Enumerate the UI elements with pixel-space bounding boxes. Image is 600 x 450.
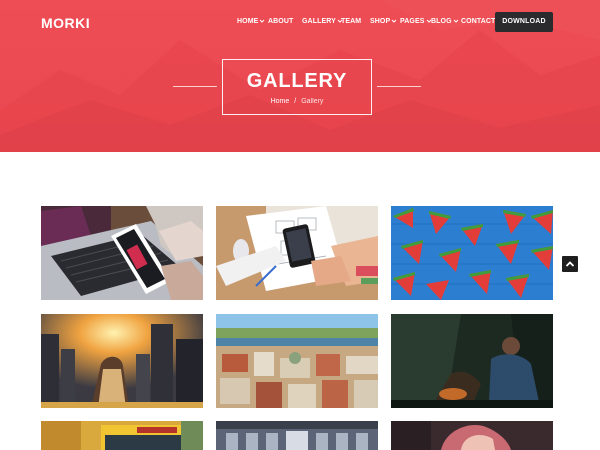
title-decor-line-left	[173, 86, 217, 87]
nav-item-label: TEAM	[341, 18, 362, 25]
gallery-item-city-skyline[interactable]	[41, 314, 203, 408]
nav-item-label: HOME	[237, 18, 259, 25]
chevron-down-icon	[260, 19, 265, 23]
portrait-photo	[391, 421, 553, 450]
nav-item-label: ABOUT	[268, 18, 294, 25]
chevron-down-icon	[391, 19, 397, 23]
nav-item-gallery[interactable]: GALLERY	[302, 17, 343, 27]
breadcrumb: Home / Gallery	[223, 98, 371, 105]
gallery-item-desk-sketch[interactable]	[216, 206, 378, 300]
nav-item-label: BLOG	[431, 18, 452, 25]
back-to-top-button[interactable]	[562, 256, 578, 272]
page-title: GALLERY	[246, 70, 348, 92]
page-title-box: GALLERY Home / Gallery	[222, 59, 372, 115]
laptop-phone-photo	[41, 206, 203, 300]
gallery-item-laptop-phone[interactable]	[41, 206, 203, 300]
gallery-item-building-interior[interactable]	[216, 421, 378, 450]
nav-item-about[interactable]: ABOUT	[268, 17, 293, 27]
breadcrumb-separator: /	[294, 98, 297, 105]
gallery-item-street-bus[interactable]	[41, 421, 203, 450]
forest-campfire-photo	[391, 314, 553, 408]
watermelon-photo	[391, 206, 553, 300]
nav-item-shop[interactable]: SHOP	[370, 17, 397, 27]
nav-item-label: GALLERY	[302, 18, 336, 25]
city-skyline-photo	[41, 314, 203, 408]
download-button[interactable]: DOWNLOAD	[495, 12, 553, 32]
nav-item-blog[interactable]: BLOG	[431, 17, 459, 27]
chevron-up-icon	[565, 261, 575, 267]
page-hero: MORKI HOME ABOUT GALLERY TEAM SHOP PAGES…	[0, 0, 600, 152]
nav-item-pages[interactable]: PAGES	[400, 17, 432, 27]
breadcrumb-current: Gallery	[301, 98, 324, 105]
building-interior-photo	[216, 421, 378, 450]
aerial-town-photo	[216, 314, 378, 408]
breadcrumb-home-link[interactable]: Home	[271, 98, 290, 105]
gallery-item-forest-campfire[interactable]	[391, 314, 553, 408]
street-bus-photo	[41, 421, 203, 450]
gallery-item-watermelon[interactable]	[391, 206, 553, 300]
title-decor-line-right	[377, 86, 421, 87]
chevron-down-icon	[453, 19, 458, 23]
site-logo[interactable]: MORKI	[41, 15, 90, 31]
nav-item-label: CONTACT	[461, 18, 496, 25]
desk-sketch-photo	[216, 206, 378, 300]
nav-item-label: PAGES	[400, 18, 425, 25]
gallery-item-portrait[interactable]	[391, 421, 553, 450]
nav-item-team[interactable]: TEAM	[341, 17, 361, 27]
nav-item-contact[interactable]: CONTACT	[461, 17, 495, 27]
nav-item-label: SHOP	[370, 18, 391, 25]
gallery-item-aerial-town[interactable]	[216, 314, 378, 408]
nav-item-home[interactable]: HOME	[237, 17, 265, 27]
